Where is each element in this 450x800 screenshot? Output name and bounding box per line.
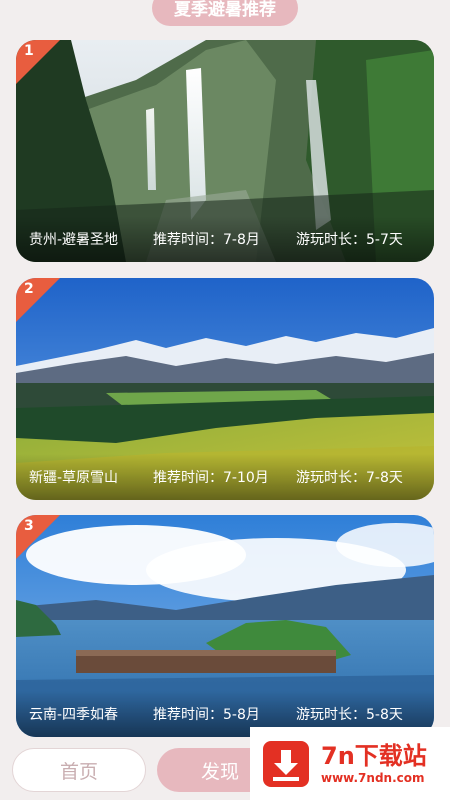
recommended-time: 推荐时间：7-8月 xyxy=(153,232,260,248)
rank-number: 3 xyxy=(24,518,34,534)
rank-badge xyxy=(16,278,60,322)
rank-number: 1 xyxy=(24,43,34,59)
destination-card-yunnan[interactable]: 3 云南-四季如春 推荐时间：5-8月 游玩时长：5-8天 xyxy=(16,515,434,737)
card-title: 贵州-避暑圣地 xyxy=(29,232,119,248)
watermark-logo: 7n下载站 www.7ndn.com xyxy=(250,727,450,800)
trip-duration: 游玩时长：5-8天 xyxy=(296,707,403,723)
tab-discover-label: 发现 xyxy=(201,760,240,783)
card-title: 云南-四季如春 xyxy=(29,707,119,723)
card-caption: 新疆-草原雪山 推荐时间：7-10月 游玩时长：7-8天 xyxy=(16,454,434,500)
destination-card-xinjiang[interactable]: 2 新疆-草原雪山 推荐时间：7-10月 游玩时长：7-8天 xyxy=(16,278,434,500)
section-title: 夏季避暑推荐 xyxy=(152,0,298,26)
download-icon xyxy=(263,740,309,787)
recommended-time: 推荐时间：7-10月 xyxy=(153,470,269,486)
watermark-url: www.7ndn.com xyxy=(321,770,425,785)
recommended-time: 推荐时间：5-8月 xyxy=(153,707,260,723)
card-caption: 贵州-避暑圣地 推荐时间：7-8月 游玩时长：5-7天 xyxy=(16,216,434,262)
destination-card-guizhou[interactable]: 1 贵州-避暑圣地 推荐时间：7-8月 游玩时长：5-7天 xyxy=(16,40,434,262)
rank-number: 2 xyxy=(24,281,34,297)
trip-duration: 游玩时长：5-7天 xyxy=(296,232,403,248)
rank-badge xyxy=(16,40,60,84)
tab-home-label: 首页 xyxy=(59,760,98,783)
tab-home[interactable]: 首页 xyxy=(12,748,146,792)
trip-duration: 游玩时长：7-8天 xyxy=(296,470,403,486)
rank-badge xyxy=(16,515,60,559)
card-title: 新疆-草原雪山 xyxy=(29,470,119,486)
watermark-brand: 7n下载站 xyxy=(321,741,427,770)
